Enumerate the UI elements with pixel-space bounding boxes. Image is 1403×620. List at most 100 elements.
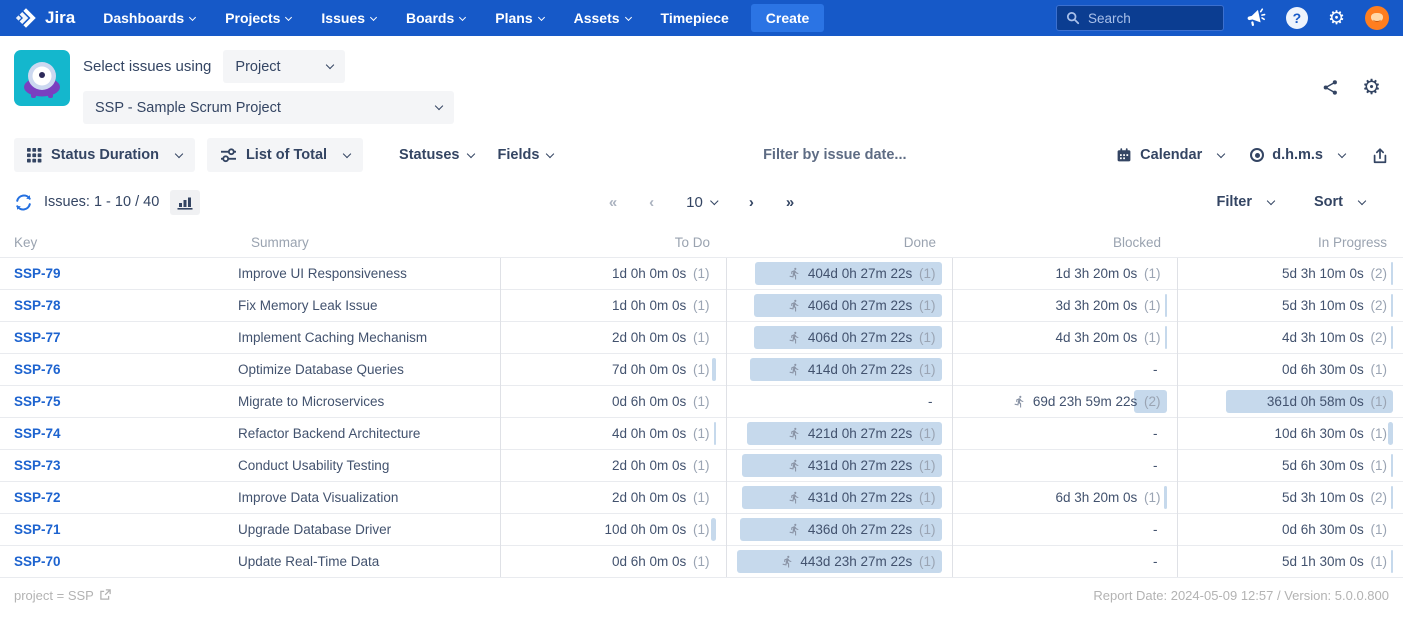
chevron-down-icon (189, 13, 196, 20)
duration-value: 0d 6h 0m 0s (612, 554, 686, 569)
issue-key-link[interactable]: SSP-75 (14, 394, 61, 409)
duration-value: 10d 0h 0m 0s (604, 522, 686, 537)
runner-icon (788, 299, 801, 312)
col-key: Key (0, 228, 237, 257)
transition-count: (1) (689, 266, 709, 281)
create-button[interactable]: Create (751, 4, 825, 32)
issue-key-link[interactable]: SSP-78 (14, 298, 61, 313)
duration-cell-blocked: - (952, 545, 1177, 577)
table-row: SSP-79 Improve UI Responsiveness 1d 0h 0… (0, 257, 1403, 289)
duration-bar (1391, 550, 1393, 573)
filter-dropdown[interactable]: Filter (1217, 194, 1274, 210)
transition-count: (1) (915, 554, 935, 569)
nav-issues[interactable]: Issues (321, 10, 376, 26)
timepiece-app-icon (14, 50, 70, 106)
transition-count: (1) (1367, 394, 1387, 409)
sliders-icon (220, 148, 237, 163)
issue-key-link[interactable]: SSP-79 (14, 266, 61, 281)
nav-timepiece[interactable]: Timepiece (661, 10, 729, 26)
duration-value: 404d 0h 27m 22s (808, 266, 912, 281)
jira-logo[interactable]: Jira (14, 6, 75, 30)
transition-count: (1) (689, 362, 709, 377)
duration-value: - (1153, 554, 1158, 569)
project-dropdown[interactable]: SSP - Sample Scrum Project (83, 91, 454, 124)
statuses-dropdown[interactable]: Statuses (399, 147, 473, 163)
duration-cell-done: 431d 0h 27m 22s (1) (726, 449, 952, 481)
duration-cell-done: 443d 23h 27m 22s (1) (726, 545, 952, 577)
issues-pagination-row: Issues: 1 - 10 / 40 « ‹ 10 › » Filter So… (0, 180, 1403, 224)
duration-value: 431d 0h 27m 22s (808, 458, 912, 473)
issue-key-link[interactable]: SSP-76 (14, 362, 61, 377)
issue-key-link[interactable]: SSP-77 (14, 330, 61, 345)
duration-cell-inprogress: 10d 6h 30m 0s (1) (1177, 417, 1403, 449)
issue-key-link[interactable]: SSP-72 (14, 490, 61, 505)
runner-icon (788, 523, 801, 536)
global-search[interactable] (1056, 5, 1224, 31)
transition-count: (1) (915, 266, 935, 281)
refresh-button[interactable] (14, 193, 33, 212)
time-format-dropdown[interactable]: d.h.m.s (1250, 147, 1345, 163)
duration-value: 0d 6h 30m 0s (1282, 362, 1364, 377)
fields-dropdown[interactable]: Fields (498, 147, 554, 163)
duration-value: 5d 6h 30m 0s (1282, 458, 1364, 473)
issue-key-link[interactable]: SSP-74 (14, 426, 61, 441)
help-button[interactable]: ? (1286, 7, 1308, 29)
transition-count: (1) (689, 298, 709, 313)
next-page-button[interactable]: › (749, 194, 754, 211)
nav-boards[interactable]: Boards (406, 10, 465, 26)
select-mode-dropdown[interactable]: Project (223, 50, 345, 83)
page-size-dropdown[interactable]: 10 (686, 194, 717, 211)
runner-icon (788, 459, 801, 472)
calendar-dropdown[interactable]: Calendar (1116, 147, 1224, 163)
share-button[interactable] (1321, 78, 1340, 97)
issue-selectors: Select issues using Project SSP - Sample… (83, 50, 454, 124)
search-input[interactable] (1088, 11, 1208, 26)
export-button[interactable] (1371, 146, 1389, 165)
duration-value: 5d 3h 10m 0s (1282, 490, 1364, 505)
duration-cell-done: 421d 0h 27m 22s (1) (726, 417, 952, 449)
duration-cell-todo: 2d 0h 0m 0s (1) (500, 481, 726, 513)
duration-cell-blocked: - (952, 449, 1177, 481)
transition-count: (1) (1367, 362, 1387, 377)
announcements-button[interactable] (1244, 7, 1266, 29)
nav-projects[interactable]: Projects (225, 10, 291, 26)
sort-dropdown[interactable]: Sort (1314, 194, 1365, 210)
table-row: SSP-76 Optimize Database Queries 7d 0h 0… (0, 353, 1403, 385)
export-icon (1371, 146, 1389, 165)
duration-cell-inprogress: 5d 3h 10m 0s (2) (1177, 481, 1403, 513)
issue-summary: Migrate to Microservices (238, 394, 384, 409)
grid-icon (27, 148, 42, 163)
prev-page-button[interactable]: ‹ (649, 194, 654, 211)
view-mode-dropdown[interactable]: List of Total (207, 138, 363, 172)
report-settings-button[interactable]: ⚙ (1362, 77, 1381, 98)
transition-count: (1) (1367, 522, 1387, 537)
first-page-button[interactable]: « (609, 194, 617, 211)
nav-plans[interactable]: Plans (495, 10, 543, 26)
user-avatar[interactable] (1365, 6, 1389, 30)
duration-cell-todo: 4d 0h 0m 0s (1) (500, 417, 726, 449)
report-type-dropdown[interactable]: Status Duration (14, 138, 195, 172)
settings-button[interactable]: ⚙ (1328, 9, 1345, 28)
search-icon (1066, 11, 1080, 25)
refresh-icon (14, 193, 33, 212)
duration-cell-blocked: - (952, 353, 1177, 385)
chevron-down-icon (1358, 196, 1366, 204)
transition-count: (1) (1140, 330, 1160, 345)
jql-query-link[interactable]: project = SSP (14, 588, 111, 603)
chart-view-button[interactable] (170, 190, 200, 215)
issue-key-link[interactable]: SSP-73 (14, 458, 61, 473)
nav-assets[interactable]: Assets (574, 10, 631, 26)
transition-count: (1) (915, 458, 935, 473)
transition-count: (1) (1140, 266, 1160, 281)
table-row: SSP-78 Fix Memory Leak Issue 1d 0h 0m 0s… (0, 289, 1403, 321)
issue-key-link[interactable]: SSP-70 (14, 554, 61, 569)
issue-key-link[interactable]: SSP-71 (14, 522, 61, 537)
last-page-button[interactable]: » (786, 194, 794, 211)
duration-bar (1165, 326, 1167, 349)
nav-dashboards[interactable]: Dashboards (103, 10, 195, 26)
duration-cell-inprogress: 5d 3h 10m 0s (2) (1177, 289, 1403, 321)
duration-cell-done: 406d 0h 27m 22s (1) (726, 321, 952, 353)
runner-icon (788, 267, 801, 280)
duration-value: 1d 3h 20m 0s (1055, 266, 1137, 281)
date-filter-input[interactable]: Filter by issue date... (553, 147, 1116, 163)
